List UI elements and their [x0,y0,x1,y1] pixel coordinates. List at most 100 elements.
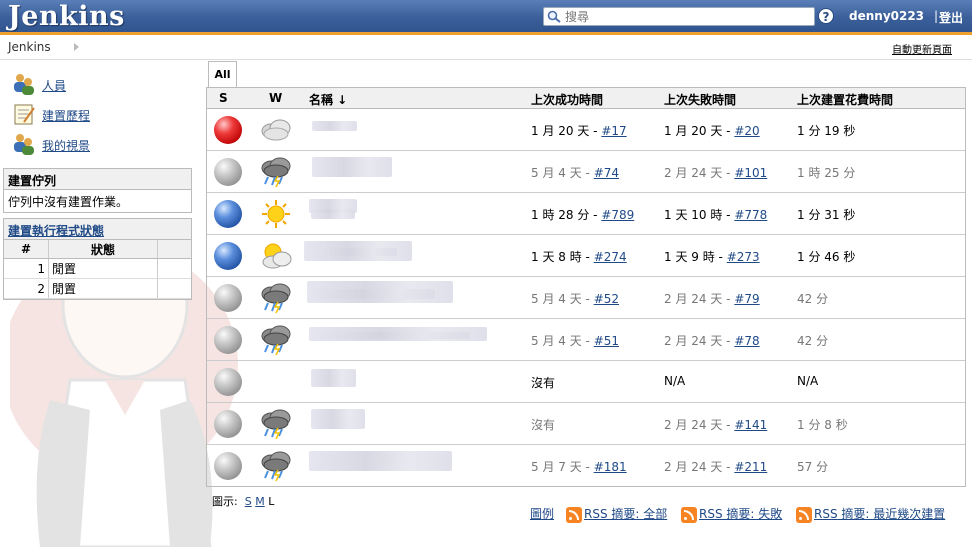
job-name-redacted[interactable] [309,451,452,471]
project-table-header: S W 名稱 ↓ 上次成功時間 上次失敗時間 上次建置花費時間 [207,88,965,109]
last-success-build-link[interactable]: #274 [594,250,627,264]
build-status-grey-icon[interactable] [214,158,242,186]
sidebar-item-label[interactable]: 建置歷程 [42,107,90,124]
executor-status-link[interactable]: 建置執行程式狀態 [8,224,104,238]
job-name-redacted[interactable] [317,248,397,256]
last-success-build-link[interactable]: #51 [594,334,619,348]
rss-latest-link[interactable]: RSS 摘要: 最近幾次建置 [814,507,945,521]
job-name-redacted[interactable] [312,121,357,131]
rss-icon [681,506,697,523]
header-separator: | [934,9,939,23]
last-success-text: 沒有 [531,376,556,390]
username-link[interactable]: denny0223 [849,9,924,23]
last-success-cell: 沒有 [531,374,555,391]
icon-size-l: L [268,495,275,508]
search-box[interactable] [543,7,815,26]
search-input[interactable] [565,8,810,25]
last-failure-text: 2 月 24 天 - [664,334,735,348]
jenkins-logo[interactable]: Jenkins [8,1,125,32]
last-success-cell: 1 月 20 天 - #17 [531,122,627,139]
job-name-redacted[interactable] [319,332,469,339]
legend-link[interactable]: 圖例 [530,505,554,522]
last-duration-cell: 42 分 [797,334,829,348]
last-failure-build-link[interactable]: #141 [734,418,767,432]
last-success-build-link[interactable]: #17 [601,124,626,138]
col-status[interactable]: S [219,91,228,105]
rss-latest[interactable]: RSS 摘要: 最近幾次建置 [796,505,945,523]
last-success-cell: 沒有 [531,416,555,433]
executor-status-title[interactable]: 建置執行程式狀態 [4,219,191,240]
build-status-blue-icon[interactable] [214,242,242,270]
last-success-build-link[interactable]: #181 [594,460,627,474]
last-success-build-link[interactable]: #74 [594,166,619,180]
auto-refresh-link[interactable]: 自動更新頁面 [892,41,952,56]
rss-icon [796,506,812,523]
my-views-icon [14,134,34,155]
sidebar-item-label[interactable]: 人員 [42,77,66,94]
col-last-success[interactable]: 上次成功時間 [531,91,603,108]
job-name-redacted[interactable] [315,289,435,299]
last-failure-build-link[interactable]: #211 [734,460,767,474]
sidebar-item-label[interactable]: 我的視景 [42,137,90,154]
table-row: 2 閒置 [4,278,191,299]
last-failure-cell: 1 天 9 時 - #273 [664,248,760,265]
last-failure-text: N/A [664,374,686,388]
last-duration-cell: 1 分 8 秒 [797,418,848,432]
build-status-grey-icon[interactable] [214,368,242,396]
last-success-text: 沒有 [531,418,556,432]
icon-size-s[interactable]: S [245,495,252,508]
last-failure-build-link[interactable]: #79 [734,292,759,306]
help-icon[interactable]: ? [818,8,834,24]
executor-status-panel: 建置執行程式狀態 # 狀態 1 閒置 2 閒置 [3,218,192,300]
job-name-redacted[interactable] [311,209,355,219]
build-status-grey-icon[interactable] [214,452,242,480]
icon-size-m[interactable]: M [255,495,265,508]
breadcrumb-jenkins[interactable]: Jenkins [8,40,51,54]
tab-all[interactable]: All [208,61,237,88]
logout-link[interactable]: 登出 [939,9,963,26]
last-duration-cell: 1 分 46 秒 [797,250,856,264]
job-name-redacted[interactable] [311,369,356,387]
job-name-redacted[interactable] [311,409,365,429]
last-success-cell: 5 月 7 天 - #181 [531,458,627,475]
job-name-redacted[interactable] [312,157,392,177]
last-failure-text: 2 月 24 天 - [664,418,735,432]
last-success-build-link[interactable]: #52 [594,292,619,306]
last-failure-build-link[interactable]: #101 [734,166,767,180]
last-failure-text: 2 月 24 天 - [664,460,735,474]
last-failure-cell: 2 月 24 天 - #211 [664,458,767,475]
build-status-blue-icon[interactable] [214,200,242,228]
rss-all[interactable]: RSS 摘要: 全部 [566,505,667,523]
col-weather[interactable]: W [269,91,282,105]
last-failure-build-link[interactable]: #20 [734,124,759,138]
col-name[interactable]: 名稱 ↓ [309,91,347,108]
rss-failed-link[interactable]: RSS 摘要: 失敗 [699,507,782,521]
last-failure-build-link[interactable]: #273 [727,250,760,264]
build-status-grey-icon[interactable] [214,410,242,438]
last-failure-text: 2 月 24 天 - [664,166,735,180]
last-failure-build-link[interactable]: #78 [734,334,759,348]
col-last-failure[interactable]: 上次失敗時間 [664,91,736,108]
table-row: 5 月 4 天 - #52 2 月 24 天 - #79 42 分 [207,277,965,319]
build-status-grey-icon[interactable] [214,284,242,312]
storm-weather-icon [261,283,291,314]
rss-all-link[interactable]: RSS 摘要: 全部 [584,507,667,521]
executor-num: 2 [4,278,49,299]
col-last-duration[interactable]: 上次建置花費時間 [797,91,893,108]
last-success-text: 1 天 8 時 - [531,250,594,264]
build-status-grey-icon[interactable] [214,326,242,354]
last-success-cell: 1 時 28 分 - #789 [531,206,634,223]
table-row: 1 閒置 [4,258,191,279]
last-success-text: 1 時 28 分 - [531,208,602,222]
build-status-red-icon[interactable] [214,116,242,144]
icon-size-selector: 圖示: S M L [212,493,274,509]
breadcrumb-arrow-icon[interactable] [74,43,79,51]
last-success-build-link[interactable]: #789 [601,208,634,222]
build-queue-empty: 佇列中沒有建置作業。 [8,195,129,209]
executor-col-status: 狀態 [48,240,158,259]
last-failure-build-link[interactable]: #778 [734,208,767,222]
rss-failed[interactable]: RSS 摘要: 失敗 [681,505,782,523]
last-success-text: 5 月 4 天 - [531,166,594,180]
executor-table: # 狀態 1 閒置 2 閒置 [4,240,191,299]
last-duration-cell: 1 分 19 秒 [797,124,856,138]
